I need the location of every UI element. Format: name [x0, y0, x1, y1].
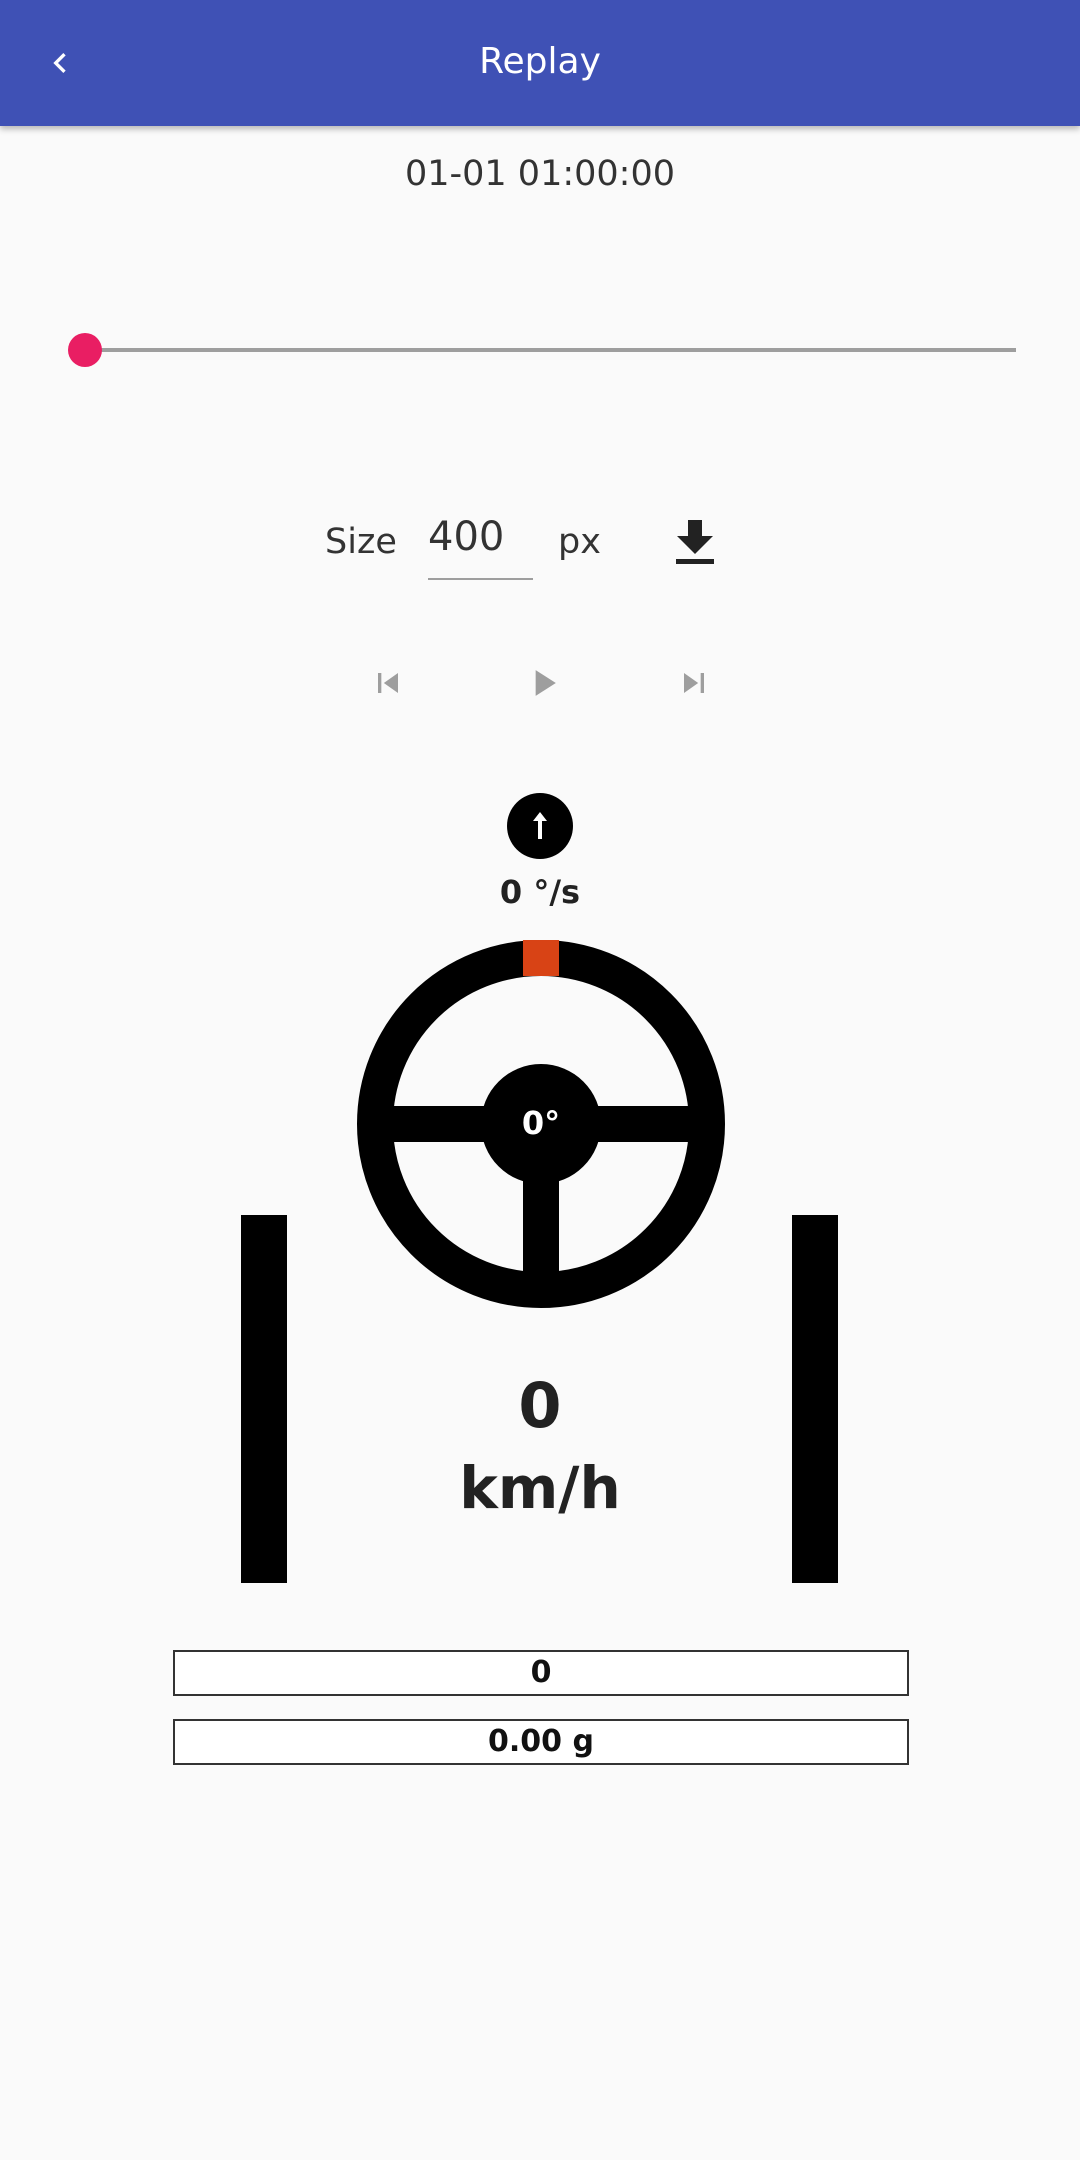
- download-icon: [676, 520, 714, 564]
- play-icon: [535, 670, 556, 696]
- size-input[interactable]: 400: [428, 504, 533, 580]
- speed-value: 0: [518, 1369, 562, 1442]
- download-button[interactable]: [670, 512, 720, 572]
- skip-next-button[interactable]: [666, 655, 722, 711]
- playback-controls: [0, 655, 1080, 711]
- steering-angle-label: 0°: [521, 1104, 561, 1142]
- size-label: Size: [325, 522, 397, 562]
- skip-previous-icon: [378, 673, 398, 693]
- size-row: Size 400 px: [0, 500, 1080, 580]
- wheel-spoke-right: [583, 1106, 711, 1142]
- info-box-value: 0: [173, 1650, 909, 1696]
- rotation-indicator: [507, 793, 573, 859]
- page-title: Replay: [479, 41, 601, 82]
- wheel-top-marker: [523, 940, 559, 976]
- app-bar: Replay: [0, 0, 1080, 126]
- wheel-spoke-left: [371, 1106, 499, 1142]
- skip-next-icon: [684, 673, 704, 693]
- timeline-slider[interactable]: [66, 330, 1016, 370]
- slider-track: [86, 348, 1016, 352]
- timestamp-label: 01-01 01:00:00: [404, 154, 676, 194]
- arrow-up-icon: [507, 793, 573, 859]
- rotation-rate-label: 0 °/s: [499, 873, 581, 911]
- size-unit-label: px: [558, 522, 601, 562]
- speed-unit: km/h: [459, 1454, 621, 1522]
- play-button[interactable]: [515, 655, 571, 711]
- info-box-g-force: 0.00 g: [173, 1719, 909, 1765]
- skip-previous-button[interactable]: [360, 655, 416, 711]
- slider-thumb[interactable]: [68, 333, 102, 367]
- size-input-value: 400: [428, 514, 505, 560]
